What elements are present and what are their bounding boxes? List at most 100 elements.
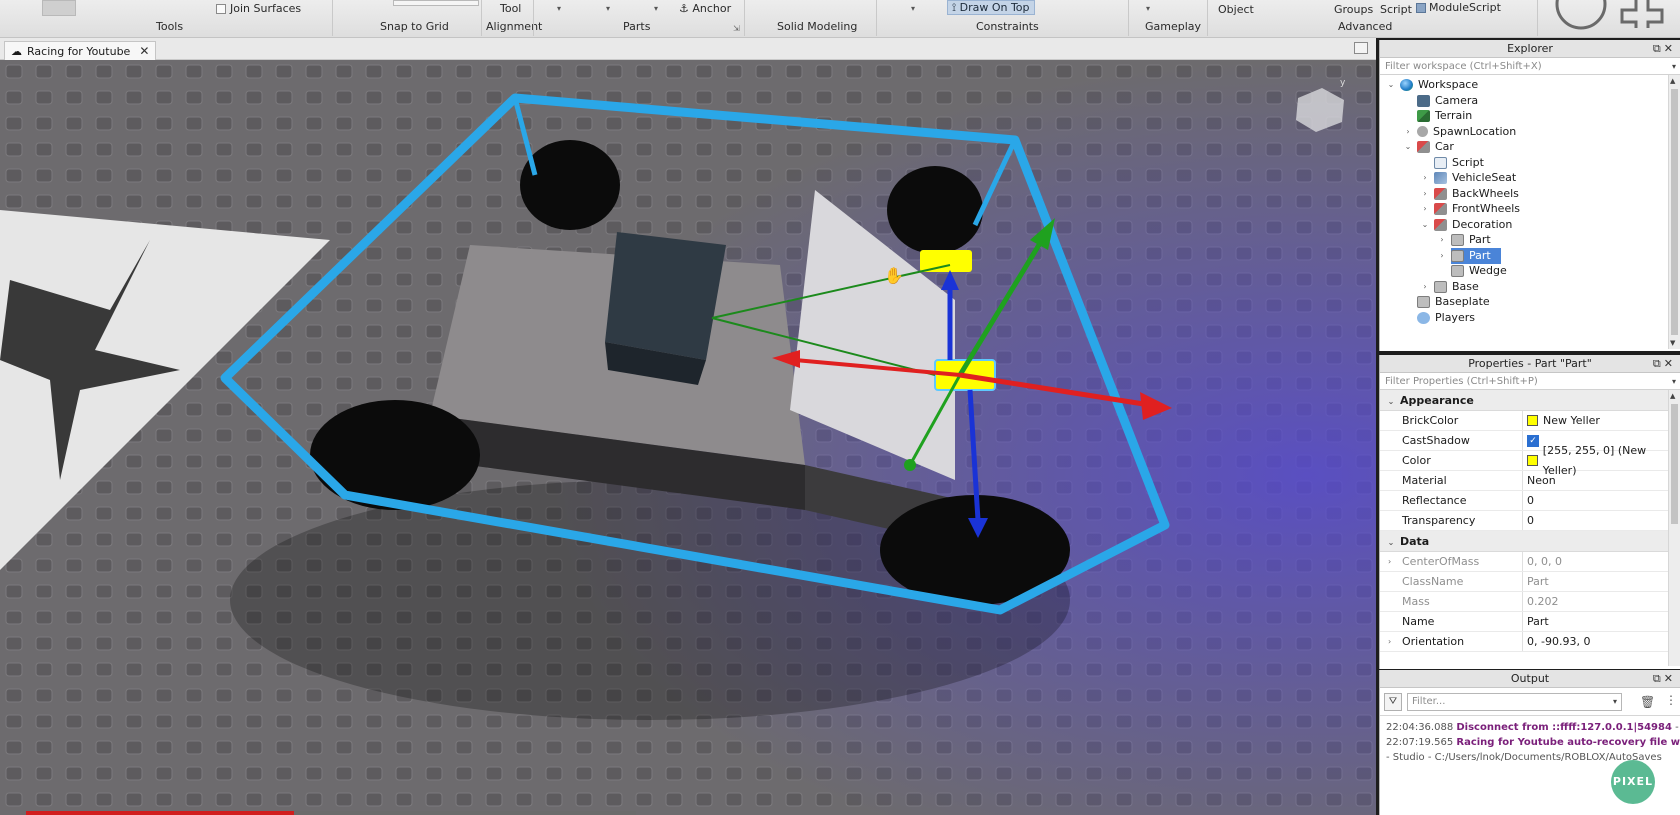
snap-size-input[interactable]	[393, 0, 479, 6]
chevron-down-icon[interactable]: ▾	[1613, 694, 1617, 710]
wheel-back-left[interactable]	[520, 140, 620, 230]
wheel-back-right[interactable]	[310, 400, 480, 510]
wheel-front-left[interactable]	[887, 166, 983, 254]
chevron-right-icon[interactable]: ›	[1388, 552, 1391, 572]
vehicle-seat-top[interactable]	[605, 232, 726, 360]
chevron-right-icon[interactable]: ›	[1420, 279, 1430, 295]
castshadow-checkbox[interactable]: ✓	[1527, 434, 1539, 447]
plugin-circle-icon[interactable]	[1555, 0, 1607, 30]
undock-icon[interactable]: ⧉	[1653, 672, 1664, 685]
insert-object-button[interactable]: Object	[1218, 3, 1254, 16]
neon-headlight[interactable]	[920, 250, 972, 272]
tree-item[interactable]: › BackWheels	[1380, 186, 1665, 202]
property-value[interactable]: 0.202	[1523, 592, 1680, 611]
property-value[interactable]: New Yeller	[1523, 411, 1680, 430]
close-icon[interactable]: ✕	[139, 44, 149, 58]
chevron-right-icon[interactable]: ›	[1388, 632, 1391, 652]
property-row[interactable]: Transparency 0	[1380, 511, 1680, 531]
scroll-up-icon[interactable]: ▲	[1670, 77, 1675, 85]
viewport-restore-button[interactable]	[1354, 42, 1368, 54]
chevron-down-icon[interactable]: ▾	[1672, 58, 1676, 75]
property-value[interactable]: 0, 0, 0	[1523, 552, 1680, 571]
properties-scrollbar[interactable]: ▲	[1668, 390, 1680, 666]
tab-racing-for-youtube[interactable]: ☁ Racing for Youtube ✕	[4, 41, 157, 60]
chevron-right-icon[interactable]: ›	[1403, 124, 1413, 140]
property-row[interactable]: BrickColor New Yeller	[1380, 411, 1680, 431]
draw-on-top-toggle[interactable]: ⟟ Draw On Top	[947, 0, 1035, 15]
panel-controls[interactable]: ⧉✕	[1653, 670, 1676, 688]
tree-item[interactable]: Wedge	[1380, 263, 1665, 279]
chevron-down-icon[interactable]: ⌄	[1420, 217, 1430, 233]
chevron-down-icon[interactable]: ▾	[606, 4, 610, 13]
property-value[interactable]: 0	[1523, 511, 1680, 530]
undock-icon[interactable]: ⧉	[1653, 42, 1664, 55]
property-row[interactable]: Mass 0.202	[1380, 592, 1680, 612]
explorer-scrollbar[interactable]: ▲ ▼	[1668, 75, 1680, 349]
chevron-down-icon[interactable]: ▾	[1672, 373, 1676, 390]
groups-button[interactable]: Groups	[1334, 3, 1373, 16]
chevron-down-icon[interactable]: ⌄	[1386, 77, 1396, 93]
move-handle-knob[interactable]	[904, 459, 916, 471]
property-row[interactable]: › CenterOfMass 0, 0, 0	[1380, 552, 1680, 572]
tree-item[interactable]: › Part	[1380, 232, 1665, 248]
scroll-thumb[interactable]	[1671, 89, 1678, 335]
chevron-down-icon[interactable]: ⌄	[1386, 391, 1396, 412]
properties-filter-input[interactable]: Filter Properties (Ctrl+Shift+P) ▾	[1380, 373, 1680, 390]
align-tool-button[interactable]: Tool	[500, 2, 521, 15]
tree-item[interactable]: Script	[1380, 155, 1665, 171]
chevron-down-icon[interactable]: ▾	[557, 4, 561, 13]
property-row[interactable]: › Orientation 0, -90.93, 0	[1380, 632, 1680, 652]
property-row[interactable]: ClassName Part	[1380, 572, 1680, 592]
chevron-right-icon[interactable]: ›	[1420, 170, 1430, 186]
chevron-right-icon[interactable]: ›	[1420, 201, 1430, 217]
property-row[interactable]: Color [255, 255, 0] (New Yeller)	[1380, 444, 1680, 477]
property-row[interactable]: Reflectance 0	[1380, 491, 1680, 511]
join-surfaces-checkbox[interactable]	[216, 4, 226, 14]
scroll-down-icon[interactable]: ▼	[1670, 339, 1675, 347]
more-options-icon[interactable]: ⋮	[1665, 693, 1677, 707]
tree-item[interactable]: ⌄ Car	[1380, 139, 1665, 155]
chevron-down-icon[interactable]: ⌄	[1403, 139, 1413, 155]
chevron-right-icon[interactable]: ›	[1437, 248, 1447, 264]
3d-viewport[interactable]: ✋ y	[0, 60, 1376, 815]
close-icon[interactable]: ✕	[1664, 357, 1676, 370]
property-value[interactable]: Neon	[1523, 471, 1680, 490]
module-script-button[interactable]: ModuleScript	[1416, 1, 1501, 14]
category-data[interactable]: ⌄ Data	[1380, 531, 1680, 552]
tree-item[interactable]: Camera	[1380, 93, 1665, 109]
property-row[interactable]: Name Part	[1380, 612, 1680, 632]
chevron-right-icon[interactable]: ›	[1420, 186, 1430, 202]
tree-item[interactable]: Baseplate	[1380, 294, 1665, 310]
panel-controls[interactable]: ⧉✕	[1653, 40, 1676, 58]
scroll-up-icon[interactable]: ▲	[1670, 392, 1675, 400]
property-value[interactable]: [255, 255, 0] (New Yeller)	[1523, 444, 1680, 477]
tree-item-selected[interactable]: › Part	[1380, 247, 1665, 264]
color-swatch[interactable]	[1527, 455, 1538, 466]
close-icon[interactable]: ✕	[1664, 672, 1676, 685]
property-value[interactable]: 0	[1523, 491, 1680, 510]
tree-item[interactable]: › VehicleSeat	[1380, 170, 1665, 186]
tree-item[interactable]: Terrain	[1380, 108, 1665, 124]
close-icon[interactable]: ✕	[1664, 42, 1676, 55]
tree-item[interactable]: ⌄ Workspace	[1380, 77, 1665, 93]
property-value[interactable]: Part	[1523, 612, 1680, 631]
expand-dialog-icon[interactable]: ⇲	[733, 24, 740, 33]
chevron-right-icon[interactable]: ›	[1437, 232, 1447, 248]
property-value[interactable]: Part	[1523, 572, 1680, 591]
ribbon-tool-button[interactable]	[42, 0, 76, 16]
explorer-filter-input[interactable]: Filter workspace (Ctrl+Shift+X) ▾	[1380, 58, 1680, 75]
clear-output-trash-icon[interactable]: 🗑	[1640, 695, 1655, 709]
tree-item[interactable]: › Base	[1380, 279, 1665, 295]
chevron-down-icon[interactable]: ▾	[654, 4, 658, 13]
tree-item[interactable]: Players	[1380, 310, 1665, 326]
filter-funnel-icon[interactable]: ⛛	[1384, 693, 1402, 711]
tree-item[interactable]: › SpawnLocation	[1380, 124, 1665, 140]
chevron-down-icon[interactable]: ⌄	[1386, 532, 1396, 553]
anchor-button[interactable]: ⚓ Anchor	[679, 2, 731, 15]
scroll-thumb[interactable]	[1671, 404, 1678, 524]
property-value[interactable]: 0, -90.93, 0	[1523, 632, 1680, 651]
panel-controls[interactable]: ⧉✕	[1653, 355, 1676, 373]
tree-item[interactable]: ⌄ Decoration	[1380, 217, 1665, 233]
join-surfaces-toggle[interactable]: Join Surfaces	[216, 2, 301, 15]
plugin-plus-icon[interactable]	[1620, 0, 1664, 28]
